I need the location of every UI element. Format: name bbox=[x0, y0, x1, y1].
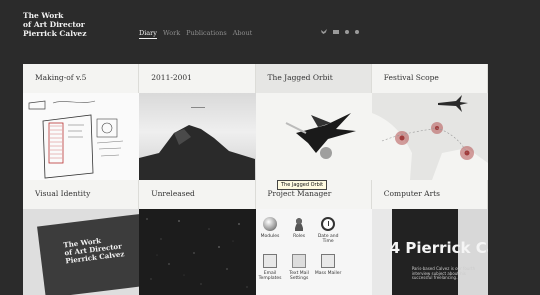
main-nav: Diary Work Publications About bbox=[139, 29, 252, 39]
nav-item-diary[interactable]: Diary bbox=[139, 29, 157, 39]
icon-grid-image: Modules Roles Date and Time Email Templa… bbox=[255, 209, 372, 295]
nav-item-work[interactable]: Work bbox=[163, 29, 180, 39]
tile-making-of[interactable]: Making-of v.5 bbox=[23, 64, 140, 180]
map-illustration bbox=[371, 95, 488, 180]
tile-title: Computer Arts bbox=[371, 180, 488, 209]
pm-label: Email Templates bbox=[258, 271, 282, 281]
pm-item-email-templates: Email Templates bbox=[256, 254, 285, 281]
sketch-image bbox=[23, 93, 140, 180]
business-card-image: The Work of Art Director Pierrick Calvez bbox=[23, 209, 140, 295]
tile-title: Unreleased bbox=[139, 180, 256, 209]
pm-label: Date and Time bbox=[317, 234, 339, 244]
tile-title: 2011-2001 bbox=[139, 64, 256, 93]
tile-festival-scope[interactable]: Festival Scope bbox=[371, 64, 488, 180]
business-card: The Work of Art Director Pierrick Calvez bbox=[37, 211, 140, 295]
tile-title: The Jagged Orbit bbox=[255, 64, 372, 93]
tile-2011-2001[interactable]: 2011-2001 bbox=[139, 64, 256, 180]
map-image bbox=[371, 93, 488, 180]
tile-title: Festival Scope bbox=[371, 64, 488, 93]
pm-label: Roles bbox=[293, 234, 306, 239]
site-title[interactable]: The Work of Art Director Pierrick Calvez bbox=[23, 11, 86, 38]
nav-item-publications[interactable]: Publications bbox=[186, 29, 227, 39]
magazine-page-left bbox=[371, 209, 392, 295]
circle-icon[interactable] bbox=[355, 29, 359, 34]
social-links bbox=[321, 29, 359, 34]
starfield bbox=[146, 218, 248, 288]
tile-project-manager[interactable]: Project Manager Modules Roles Date and T… bbox=[255, 180, 372, 295]
document-icon bbox=[292, 254, 307, 268]
circle-icon[interactable] bbox=[345, 29, 349, 34]
mail-stack-icon bbox=[321, 254, 336, 268]
pm-item-text-mail: Text Mail Settings bbox=[285, 254, 314, 281]
bird-image bbox=[255, 93, 372, 180]
magazine-headline: 4 Pierrick Calve bbox=[389, 239, 488, 257]
tile-computer-arts[interactable]: Computer Arts 4 Pierrick Calve Paris-bas… bbox=[371, 180, 488, 295]
pm-icon-grid: Modules Roles Date and Time Email Templa… bbox=[256, 217, 372, 281]
site-title-line: Pierrick Calvez bbox=[23, 29, 87, 38]
pm-item-modules: Modules bbox=[256, 217, 285, 244]
clock-icon bbox=[321, 217, 336, 231]
tile-title: Making-of v.5 bbox=[23, 64, 140, 93]
pm-label: Text Mail Settings bbox=[289, 271, 309, 281]
nav-item-about[interactable]: About bbox=[233, 29, 253, 39]
tile-title: Visual Identity bbox=[23, 180, 140, 209]
site-title-line: of Art Director bbox=[23, 20, 85, 29]
pm-item-roles: Roles bbox=[285, 217, 314, 244]
mountain-photo bbox=[139, 107, 256, 180]
site-title-line: The Work bbox=[23, 11, 64, 20]
pm-label: Modules bbox=[260, 234, 280, 239]
tile-unreleased[interactable]: Unreleased bbox=[139, 180, 256, 295]
sketch-drawing bbox=[28, 100, 124, 179]
tooltip: The Jagged Orbit bbox=[277, 180, 328, 190]
tile-jagged-orbit[interactable]: The Jagged Orbit bbox=[255, 64, 372, 180]
magazine-body-text: Paris-based Calvez is our fourth intervi… bbox=[411, 266, 476, 280]
mail-icon bbox=[263, 254, 278, 268]
pm-label: Mass Mailer bbox=[314, 271, 342, 276]
magazine-image: 4 Pierrick Calve Paris-based Calvez is o… bbox=[371, 209, 488, 295]
pm-item-date-time: Date and Time bbox=[314, 217, 343, 244]
diary-grid: Making-of v.5 2011-2001 The Jagged Orbit… bbox=[23, 64, 488, 295]
disc-icon bbox=[263, 217, 278, 231]
starfield-image bbox=[139, 209, 256, 295]
pm-item-blank bbox=[343, 217, 372, 244]
mountain-image bbox=[139, 93, 256, 180]
pm-item-mass-mailer: Mass Mailer bbox=[314, 254, 343, 281]
people-icon bbox=[292, 217, 307, 231]
tile-visual-identity[interactable]: Visual Identity The Work of Art Director… bbox=[23, 180, 140, 295]
mail-icon[interactable] bbox=[333, 29, 339, 34]
bird-silhouette bbox=[285, 113, 356, 159]
twitter-icon[interactable] bbox=[321, 29, 327, 34]
